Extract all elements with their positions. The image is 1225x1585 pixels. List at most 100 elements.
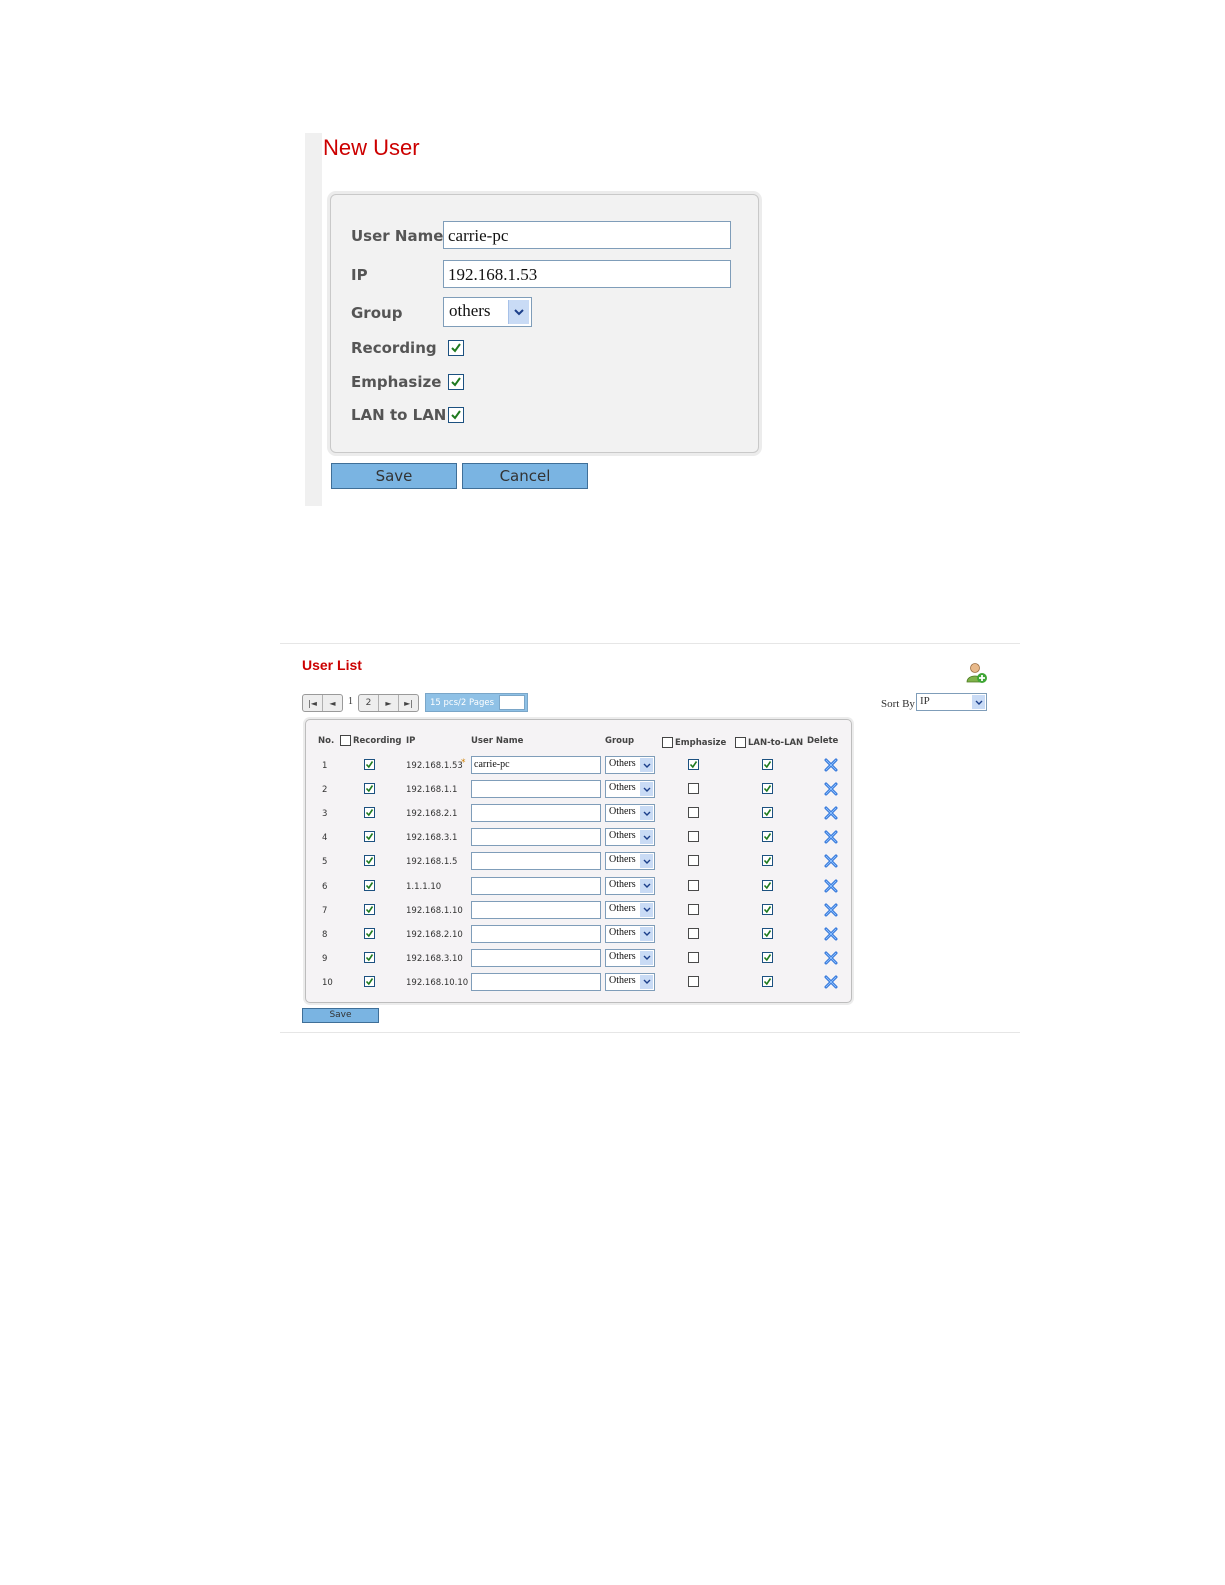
row-emphasize-checkbox[interactable] [688, 903, 699, 915]
row-group-select[interactable]: Others [605, 924, 655, 943]
chevron-down-icon[interactable] [640, 830, 653, 845]
row-lan-to-lan-checkbox[interactable] [762, 855, 773, 867]
row-user-name-field[interactable] [471, 804, 601, 823]
row-recording-checkbox[interactable] [364, 951, 375, 963]
row-lan-to-lan-checkbox[interactable] [762, 975, 773, 987]
last-page-icon[interactable]: ►| [398, 695, 418, 711]
user-name-label: User Name [351, 227, 444, 245]
row-emphasize-checkbox[interactable] [688, 783, 699, 795]
chevron-down-icon[interactable] [640, 806, 653, 821]
row-group-select[interactable]: Others [605, 900, 655, 919]
lan-to-lan-all-checkbox[interactable] [735, 737, 746, 748]
cancel-button[interactable]: Cancel [462, 463, 588, 489]
row-emphasize-checkbox[interactable] [688, 759, 699, 770]
save-button[interactable]: Save [331, 463, 457, 489]
row-user-name-field[interactable] [471, 780, 601, 799]
add-user-icon[interactable] [966, 662, 988, 684]
ip-field[interactable]: 192.168.1.53 [443, 260, 731, 288]
row-emphasize-checkbox[interactable] [688, 975, 699, 987]
chevron-down-icon[interactable] [640, 974, 653, 989]
user-name-field[interactable]: carrie-pc [443, 221, 731, 249]
row-group-value: Others [609, 974, 636, 986]
row-user-name-field[interactable] [471, 828, 601, 847]
delete-x-icon[interactable] [824, 758, 838, 772]
row-group-select[interactable]: Others [605, 852, 655, 871]
row-user-name-field[interactable] [471, 876, 601, 895]
row-recording-checkbox[interactable] [364, 975, 375, 987]
delete-x-icon[interactable] [824, 854, 838, 868]
row-recording-checkbox[interactable] [364, 903, 375, 915]
delete-x-icon[interactable] [824, 975, 838, 989]
row-ip: 192.168.3.1 [406, 833, 458, 844]
row-emphasize-checkbox[interactable] [688, 855, 699, 867]
row-recording-checkbox[interactable] [364, 855, 375, 867]
chevron-down-icon[interactable] [640, 950, 653, 965]
row-lan-to-lan-checkbox[interactable] [762, 951, 773, 963]
chevron-down-icon[interactable] [640, 878, 653, 893]
row-recording-checkbox[interactable] [364, 927, 375, 939]
row-user-name-field[interactable] [471, 924, 601, 943]
delete-x-icon[interactable] [824, 951, 838, 965]
row-lan-to-lan-checkbox[interactable] [762, 783, 773, 795]
row-group-select[interactable]: Others [605, 804, 655, 823]
row-lan-to-lan-checkbox[interactable] [762, 807, 773, 819]
row-group-select[interactable]: Others [605, 780, 655, 799]
page-jump-input[interactable] [499, 695, 525, 710]
row-lan-to-lan-checkbox[interactable] [762, 879, 773, 891]
delete-x-icon[interactable] [824, 806, 838, 820]
row-recording-checkbox[interactable] [364, 831, 375, 843]
chevron-down-icon[interactable] [640, 902, 653, 917]
recording-all-checkbox[interactable] [340, 735, 351, 746]
pager-next-group: 2 ► ►| [358, 694, 419, 712]
row-emphasize-checkbox[interactable] [688, 807, 699, 819]
row-group-select[interactable]: Others [605, 972, 655, 991]
row-group-select[interactable]: Others [605, 948, 655, 967]
user-list-panel: User List |◄ ◄ 1 2 ► ►| 15 pcs/2 Pages S… [280, 643, 1020, 1033]
row-user-name-field[interactable] [471, 852, 601, 871]
row-emphasize-checkbox[interactable] [688, 879, 699, 891]
delete-x-icon[interactable] [824, 830, 838, 844]
prev-page-icon[interactable]: ◄ [322, 695, 342, 711]
row-emphasize-checkbox[interactable] [688, 831, 699, 843]
row-user-name-field[interactable] [471, 972, 601, 991]
sort-by-select[interactable]: IP [916, 693, 987, 711]
page-2-link[interactable]: 2 [359, 695, 378, 711]
next-page-icon[interactable]: ► [378, 695, 398, 711]
delete-x-icon[interactable] [824, 903, 838, 917]
row-lan-to-lan-checkbox[interactable] [762, 903, 773, 915]
chevron-down-icon[interactable] [972, 695, 985, 709]
row-user-name-field[interactable] [471, 948, 601, 967]
delete-x-icon[interactable] [824, 782, 838, 796]
chevron-down-icon[interactable] [508, 300, 529, 324]
delete-x-icon[interactable] [824, 879, 838, 893]
delete-x-icon[interactable] [824, 927, 838, 941]
check-icon [763, 761, 772, 769]
row-recording-checkbox[interactable] [364, 807, 375, 819]
row-emphasize-checkbox[interactable] [688, 951, 699, 963]
row-user-name-field[interactable] [471, 900, 601, 919]
row-recording-checkbox[interactable] [364, 783, 375, 795]
row-recording-checkbox[interactable] [364, 759, 375, 770]
recording-checkbox[interactable] [448, 340, 464, 356]
list-save-button[interactable]: Save [302, 1008, 379, 1023]
row-recording-checkbox[interactable] [364, 879, 375, 891]
chevron-down-icon[interactable] [640, 926, 653, 941]
lan-to-lan-checkbox[interactable] [448, 407, 464, 423]
row-lan-to-lan-checkbox[interactable] [762, 831, 773, 843]
row-group-select[interactable]: Others [605, 828, 655, 847]
chevron-down-icon[interactable] [640, 782, 653, 797]
emphasize-checkbox[interactable] [448, 374, 464, 390]
first-page-icon[interactable]: |◄ [303, 695, 322, 711]
chevron-down-icon[interactable] [640, 854, 653, 869]
group-select[interactable]: others [443, 297, 532, 327]
row-user-name-field[interactable]: carrie-pc [471, 756, 601, 774]
check-icon [763, 833, 772, 841]
row-lan-to-lan-checkbox[interactable] [762, 759, 773, 770]
col-group: Group [605, 736, 635, 746]
row-lan-to-lan-checkbox[interactable] [762, 927, 773, 939]
row-emphasize-checkbox[interactable] [688, 927, 699, 939]
chevron-down-icon[interactable] [640, 758, 653, 772]
row-group-select[interactable]: Others [605, 756, 655, 774]
emphasize-all-checkbox[interactable] [662, 737, 673, 748]
row-group-select[interactable]: Others [605, 876, 655, 895]
